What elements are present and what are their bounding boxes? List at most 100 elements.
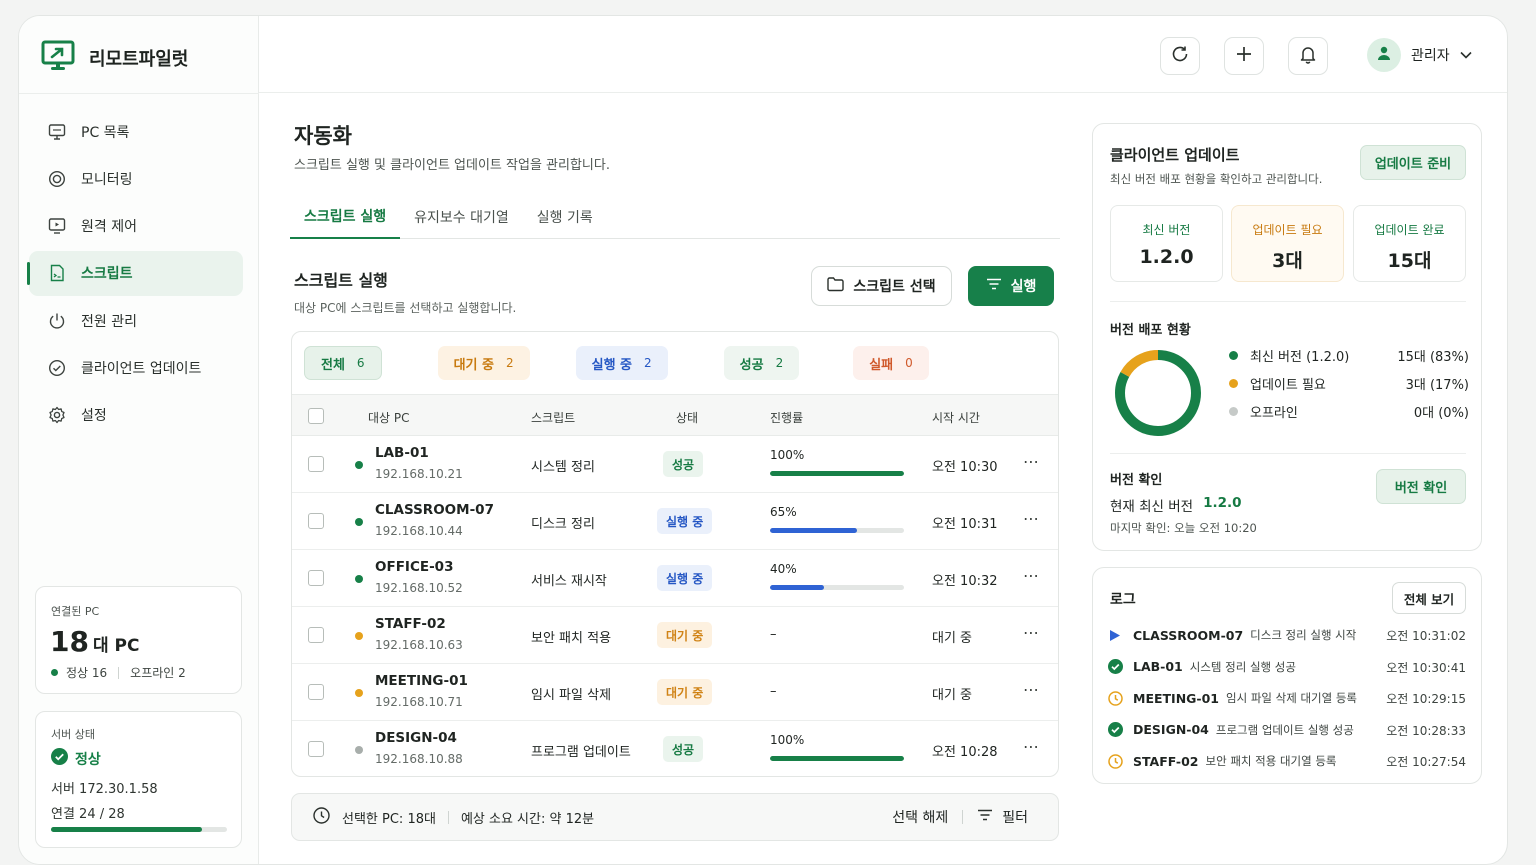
- run-list-icon: [986, 278, 1002, 294]
- section-subtitle: 대상 PC에 스크립트를 선택하고 실행합니다.: [294, 301, 517, 315]
- more-options-icon[interactable]: ⋯: [1023, 680, 1040, 699]
- connected-pc-unit: 대 PC: [92, 636, 140, 656]
- sidebar-item-label: 전원 관리: [81, 313, 137, 330]
- column-header: 진행률: [770, 411, 804, 425]
- more-options-icon[interactable]: ⋯: [1023, 452, 1040, 471]
- filter-button[interactable]: 필터: [977, 807, 1028, 827]
- script-name: 시스템 정리: [531, 460, 595, 475]
- table-header: 대상 PC 스크립트 상태 진행률 시작 시간: [292, 394, 1058, 436]
- prepare-update-button[interactable]: 업데이트 준비: [1360, 145, 1466, 180]
- row-checkbox[interactable]: [308, 627, 324, 643]
- more-options-icon[interactable]: ⋯: [1023, 737, 1040, 756]
- row-checkbox[interactable]: [308, 684, 324, 700]
- remote-icon: [47, 216, 67, 236]
- legend-value: 0대 (0%): [1413, 406, 1469, 421]
- log-message: 보안 패치 적용 대기열 등록: [1205, 754, 1337, 769]
- check-circle-icon: [51, 748, 68, 769]
- server-address: 서버 172.30.1.58: [51, 782, 158, 797]
- run-button[interactable]: 실행: [968, 266, 1054, 306]
- pc-name: MEETING-01: [375, 673, 468, 689]
- chip-count: 6: [356, 356, 365, 370]
- sidebar-item-label: 원격 제어: [81, 219, 137, 236]
- start-time: 오전 10:28: [932, 745, 998, 760]
- chip-count: 0: [905, 356, 913, 370]
- select-script-button[interactable]: 스크립트 선택: [811, 266, 952, 306]
- log-pc: DESIGN-04: [1133, 722, 1209, 738]
- log-message: 프로그램 업데이트 실행 성공: [1215, 722, 1354, 737]
- view-all-logs-button[interactable]: 전체 보기: [1392, 582, 1466, 614]
- table-row[interactable]: CLASSROOM-07 192.168.10.44 디스크 정리 실행 중 6…: [292, 493, 1058, 550]
- tab-history[interactable]: 실행 기록: [523, 195, 607, 239]
- select-all-checkbox[interactable]: [308, 408, 324, 424]
- more-options-icon[interactable]: ⋯: [1023, 623, 1040, 642]
- check-icon: [1107, 722, 1123, 738]
- row-checkbox[interactable]: [308, 570, 324, 586]
- progress-fill: [770, 528, 858, 533]
- tab-maintenance-queue[interactable]: 유지보수 대기열: [400, 195, 523, 239]
- server-connections: 연결 24 / 28: [51, 807, 125, 822]
- sidebar-item-label: 스크립트: [81, 266, 133, 283]
- filter-chip-all[interactable]: 전체 6: [304, 346, 382, 380]
- sidebar-item-monitoring[interactable]: 모니터링: [29, 156, 243, 201]
- monitor-icon: [47, 122, 67, 142]
- table-row[interactable]: MEETING-01 192.168.10.71 임시 파일 삭제 대기 중 –…: [292, 664, 1058, 721]
- row-checkbox[interactable]: [308, 513, 324, 529]
- tab-script-run[interactable]: 스크립트 실행: [290, 195, 401, 239]
- legend-dot: [1229, 351, 1238, 360]
- sidebar-nav: PC 목록 모니터링 원격 제어 스크립트 전원 관리 클라이언트 업데이트 설…: [27, 109, 243, 440]
- current-version-value: 1.2.0: [1203, 495, 1242, 511]
- table-row[interactable]: DESIGN-04 192.168.10.88 프로그램 업데이트 성공 100…: [292, 721, 1058, 776]
- more-options-icon[interactable]: ⋯: [1023, 566, 1040, 585]
- start-time: 대기 중: [932, 688, 973, 703]
- table-row[interactable]: STAFF-02 192.168.10.63 보안 패치 적용 대기 중 – 대…: [292, 607, 1058, 664]
- user-menu[interactable]: 관리자: [1367, 38, 1472, 72]
- table-row[interactable]: LAB-01 192.168.10.21 시스템 정리 성공 100% 오전 1…: [292, 436, 1058, 493]
- sidebar-item-pc-list[interactable]: PC 목록: [29, 109, 243, 154]
- stat-update-done: 업데이트 완료 15대: [1353, 205, 1466, 282]
- status-filter-chips: 전체 6 대기 중 2 실행 중 2 성공 2 실패 0: [292, 332, 1058, 394]
- filter-chip-success[interactable]: 성공 2: [723, 346, 800, 380]
- sidebar-item-script[interactable]: 스크립트: [27, 250, 243, 296]
- refresh-icon: [1170, 44, 1190, 68]
- folder-icon: [827, 276, 845, 296]
- refresh-button[interactable]: [1160, 37, 1200, 75]
- sidebar-item-remote-control[interactable]: 원격 제어: [29, 204, 243, 249]
- pc-name: STAFF-02: [375, 616, 446, 632]
- client-update-title: 클라이언트 업데이트: [1110, 146, 1240, 164]
- avatar: [1367, 38, 1401, 72]
- app-logo[interactable]: 리모트파일럿: [41, 40, 188, 76]
- sidebar-item-power[interactable]: 전원 관리: [29, 298, 243, 343]
- table-row[interactable]: OFFICE-03 192.168.10.52 서비스 재시작 실행 중 40%…: [292, 550, 1058, 607]
- last-check-time: 마지막 확인: 오늘 오전 10:20: [1110, 521, 1257, 535]
- log-pc: MEETING-01: [1133, 690, 1219, 706]
- stat-label: 최신 버전: [1142, 223, 1191, 237]
- column-header: 시작 시간: [932, 411, 980, 425]
- more-options-icon[interactable]: ⋯: [1023, 509, 1040, 528]
- start-time: 오전 10:32: [932, 574, 998, 589]
- sidebar-item-settings[interactable]: 설정: [29, 393, 243, 438]
- filter-chip-failed[interactable]: 실패 0: [853, 346, 929, 380]
- notifications-button[interactable]: [1288, 37, 1328, 75]
- add-button[interactable]: [1224, 37, 1264, 75]
- legend-label: 최신 버전 (1.2.0): [1250, 350, 1350, 365]
- check-version-button[interactable]: 버전 확인: [1376, 469, 1466, 504]
- progress-bar: [770, 756, 904, 761]
- divider: [1110, 453, 1466, 454]
- filter-chip-running[interactable]: 실행 중 2: [575, 346, 668, 380]
- user-icon: [1376, 45, 1392, 65]
- chip-label: 전체: [321, 357, 345, 373]
- app-window: 리모트파일럿 PC 목록 모니터링 원격 제어 스크립트 전원 관리 클라이언트…: [18, 15, 1508, 865]
- status-dot: [355, 632, 363, 640]
- progress-fill: [770, 756, 904, 761]
- sidebar-item-client-update[interactable]: 클라이언트 업데이트: [29, 345, 243, 390]
- server-status-label: 서버 상태: [51, 728, 95, 741]
- filter-chip-waiting[interactable]: 대기 중 2: [437, 346, 530, 380]
- start-time: 오전 10:31: [932, 517, 998, 532]
- pc-ip: 192.168.10.52: [375, 581, 463, 595]
- row-checkbox[interactable]: [308, 741, 324, 757]
- chip-label: 실행 중: [591, 357, 633, 373]
- row-checkbox[interactable]: [308, 456, 324, 472]
- clear-selection-button[interactable]: 선택 해제: [892, 807, 948, 827]
- selected-pc-count: 선택한 PC: 18대: [342, 811, 436, 827]
- run-label: 실행: [1010, 279, 1037, 295]
